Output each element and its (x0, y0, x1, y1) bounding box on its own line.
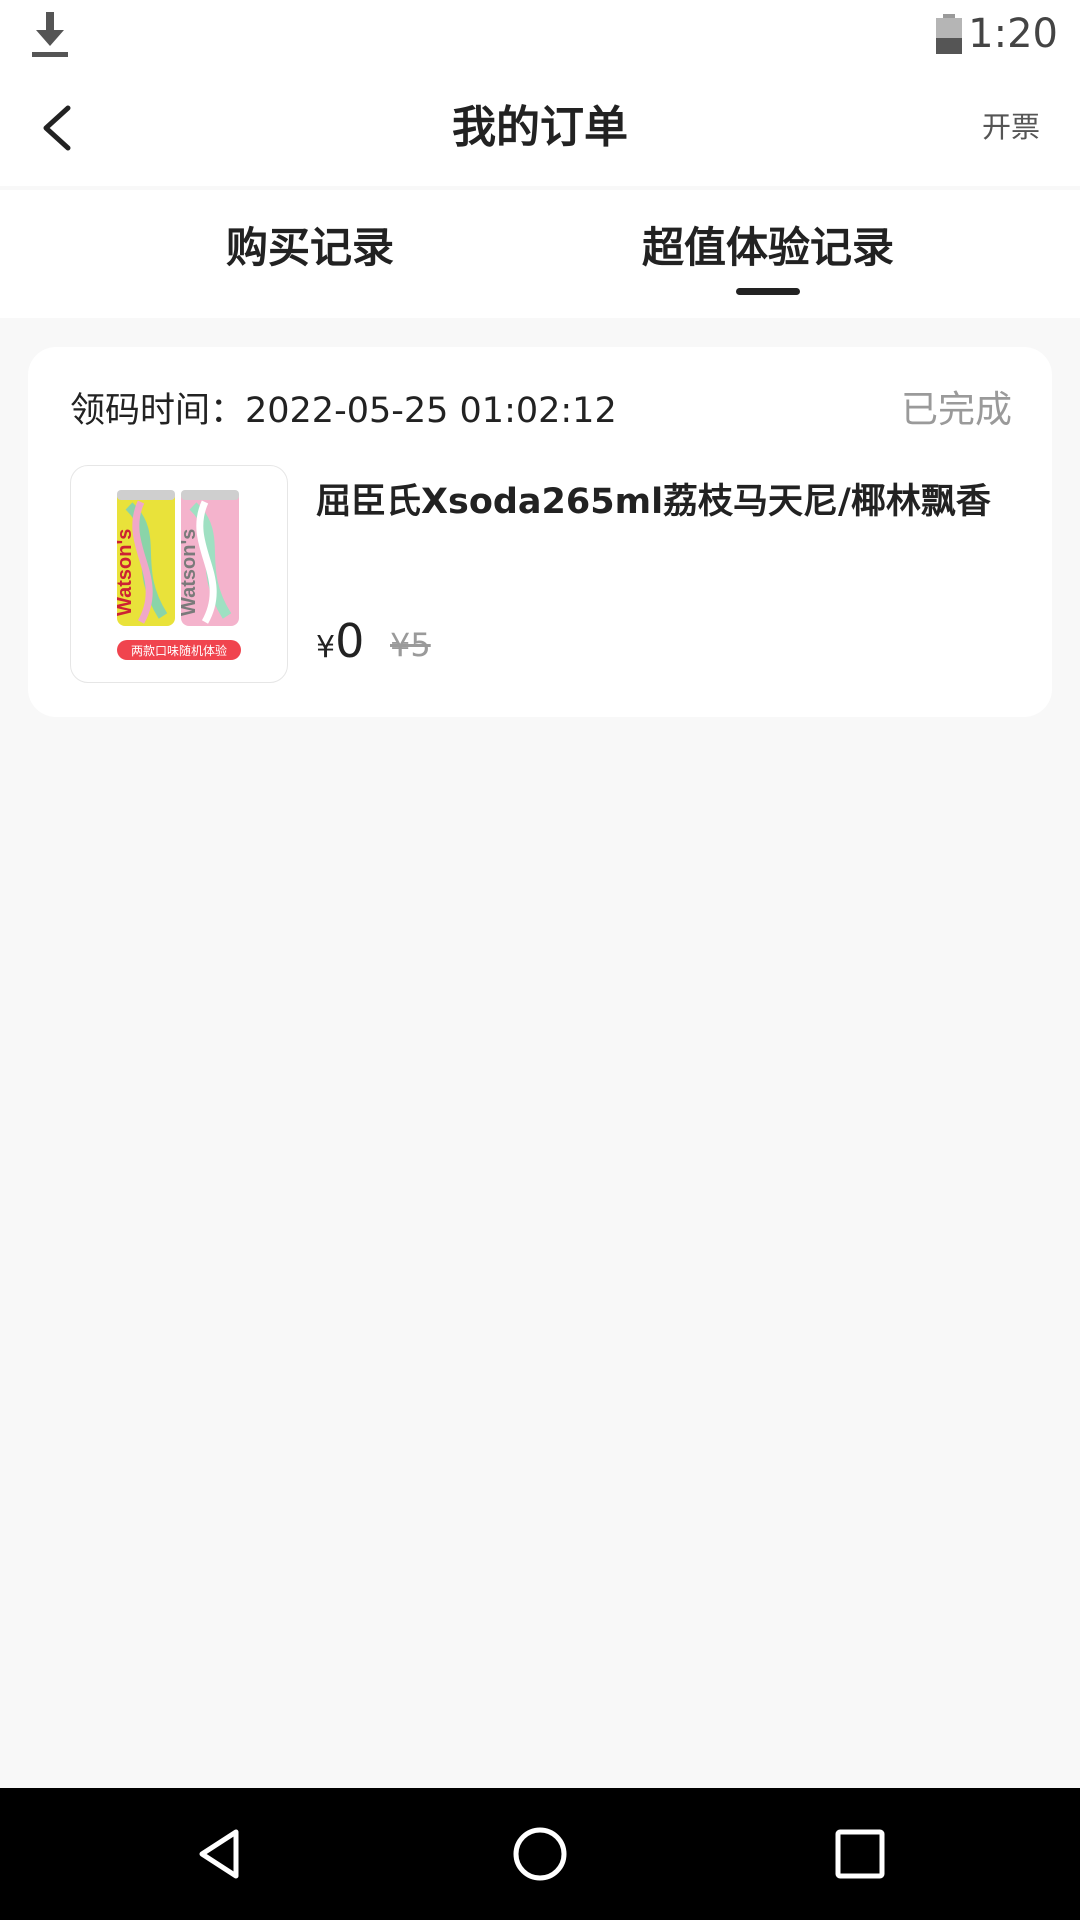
order-status: 已完成 (901, 388, 1012, 431)
tab-trial-records[interactable]: 超值体验记录 (618, 220, 918, 276)
invoice-button[interactable]: 开票 (982, 106, 1040, 148)
product-name[interactable]: 屈臣氏Xsoda265ml荔枝马天尼/椰林飘香 (316, 477, 991, 527)
product-image[interactable]: Watson's Watson's 两款口味随机体验 (70, 465, 288, 683)
order-claim-time: 领码时间：2022-05-25 01:02:12 (70, 391, 617, 431)
order-card[interactable]: 领码时间：2022-05-25 01:02:12 已完成 Watson's Wa… (28, 347, 1052, 717)
nav-back-icon[interactable] (192, 1824, 252, 1884)
nav-recent-icon[interactable] (830, 1824, 890, 1884)
status-bar: 1:20 (0, 0, 1080, 72)
brand-text-right: Watson's (178, 529, 200, 616)
app-header: 我的订单 开票 (0, 72, 1080, 186)
image-caption: 两款口味随机体验 (131, 643, 227, 658)
system-nav-bar (0, 1788, 1080, 1920)
original-price: ¥5 (390, 626, 431, 664)
battery-icon (936, 14, 962, 54)
page-title: 我的订单 (452, 102, 628, 153)
brand-text-left: Watson's (114, 529, 136, 616)
download-icon (32, 12, 68, 57)
product-cans-illustration: Watson's Watson's 两款口味随机体验 (114, 490, 241, 660)
clock-time: 1:20 (968, 11, 1058, 57)
order-tabs: 购买记录 超值体验记录 (0, 190, 1080, 318)
currency-symbol: ¥ (316, 630, 336, 665)
nav-home-icon[interactable] (510, 1824, 570, 1884)
tab-purchase-records[interactable]: 购买记录 (160, 220, 460, 276)
current-price: ¥0 (316, 611, 364, 682)
price-value: 0 (335, 614, 365, 668)
active-tab-indicator (736, 288, 800, 295)
